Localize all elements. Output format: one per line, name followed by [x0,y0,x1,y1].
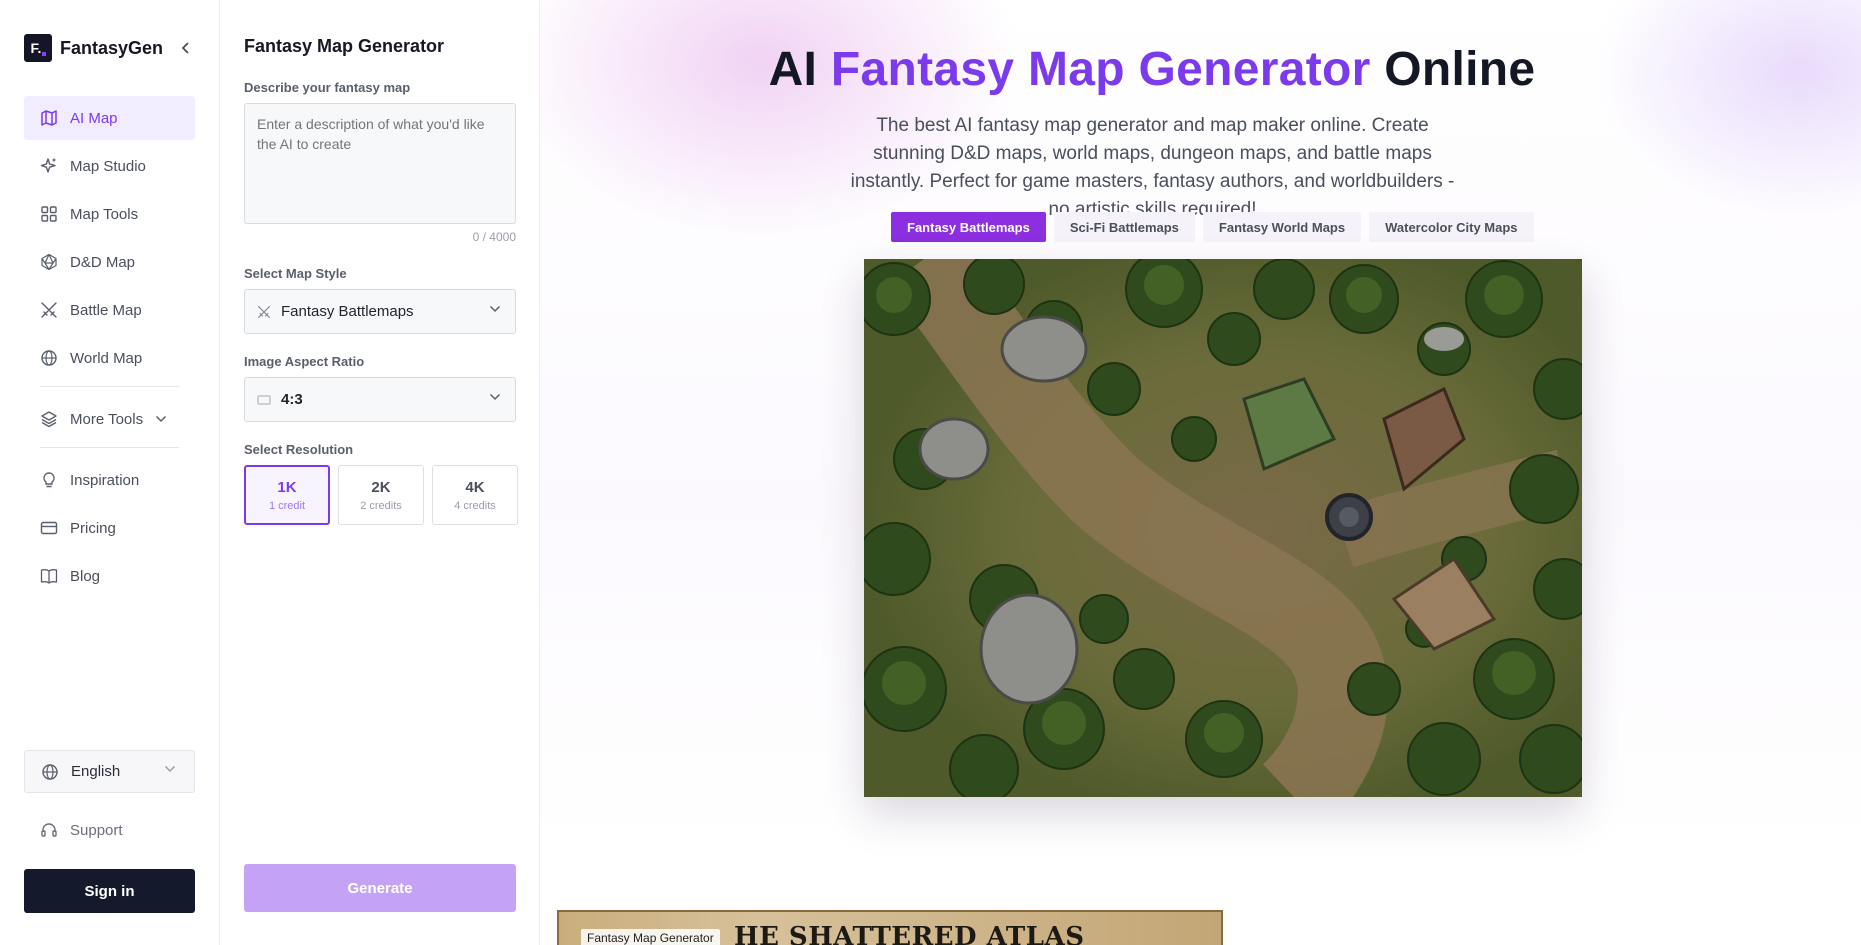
battlemap-illustration [864,259,1582,797]
sidebar-nav: AI Map Map Studio Map Tools D&D Map Batt… [24,96,195,602]
resolution-label: 1K [277,478,297,496]
aspect-ratio-value: 4:3 [281,391,303,408]
grid-icon [40,205,58,223]
rectangle-icon [257,393,271,407]
language-value: English [71,763,121,780]
preview-badge: Fantasy Map Generator [581,929,720,945]
aspect-ratio-select[interactable]: 4:3 [244,377,516,422]
sidebar-item-map-tools[interactable]: Map Tools [24,192,195,236]
layers-icon [40,410,58,428]
chevron-down-icon [489,393,501,401]
sidebar-item-label: Map Tools [70,205,139,223]
hero-title: AI Fantasy Map Generator Online [540,42,1764,97]
resolution-label: 2K [371,478,391,496]
panel-title: Fantasy Map Generator [244,36,445,56]
sidebar-item-label: Inspiration [70,471,140,489]
sidebar-item-dnd-map[interactable]: D&D Map [24,240,195,284]
support-label: Support [70,821,123,839]
atlas-preview-image: Fantasy Map Generator HE SHATTERED ATLAS [557,910,1223,945]
map-style-select[interactable]: Fantasy Battlemaps [244,289,516,334]
crossed-swords-icon [257,305,271,319]
chevron-left-icon [181,42,189,54]
sidebar-item-ai-map[interactable]: AI Map [24,96,195,140]
tab-scifi-battlemaps[interactable]: Sci-Fi Battlemaps [1053,212,1195,242]
brand-logo-letter: F. [30,40,42,56]
divider [40,447,179,448]
divider [40,386,179,387]
resolution-credits: 1 credit [268,499,306,512]
description-input[interactable] [244,103,516,224]
resolution-4k-button[interactable]: 4K 4 credits [432,465,518,525]
sidebar: F. FantasyGen AI Map Map Studio Map Tool… [0,0,220,945]
crossed-swords-icon [40,301,58,319]
support-link[interactable]: Support [24,810,195,850]
hero-title-prefix: AI [768,43,818,96]
sidebar-item-label: D&D Map [70,253,136,271]
example-map-image [864,259,1582,797]
headset-icon [40,821,58,839]
generator-form: Fantasy Map Generator Describe your fant… [220,0,540,945]
chevron-down-icon [164,765,176,773]
resolution-label: 4K [465,478,485,496]
d20-icon [40,253,58,271]
sidebar-item-label: AI Map [70,109,118,127]
sidebar-item-inspiration[interactable]: Inspiration [24,458,195,502]
globe-icon [40,349,58,367]
aspect-ratio-label: Image Aspect Ratio [244,354,365,369]
sidebar-item-label: Pricing [70,519,116,537]
sidebar-item-label: More Tools [70,410,144,428]
sparkles-icon [40,157,58,175]
sidebar-item-map-studio[interactable]: Map Studio [24,144,195,188]
sidebar-item-blog[interactable]: Blog [24,554,195,598]
book-icon [40,567,58,585]
sidebar-item-pricing[interactable]: Pricing [24,506,195,550]
describe-label: Describe your fantasy map [244,80,411,95]
character-counter: 0 / 4000 [472,230,516,244]
hero-title-suffix: Online [1384,43,1536,96]
brand-logo: F. [24,34,52,62]
sidebar-item-battle-map[interactable]: Battle Map [24,288,195,332]
tab-fantasy-battlemaps[interactable]: Fantasy Battlemaps [891,212,1046,242]
style-label: Select Map Style [244,266,347,281]
tab-watercolor-city-maps[interactable]: Watercolor City Maps [1369,212,1534,242]
collapse-sidebar-button[interactable] [176,38,196,58]
resolution-label: Select Resolution [244,442,354,457]
credit-card-icon [40,519,58,537]
resolution-1k-button[interactable]: 1K 1 credit [244,465,330,525]
resolution-credits: 2 credits [360,499,402,512]
resolution-options: 1K 1 credit 2K 2 credits 4K 4 credits [244,465,518,525]
tab-fantasy-world-maps[interactable]: Fantasy World Maps [1202,212,1362,242]
sidebar-item-more-tools[interactable]: More Tools [24,397,195,441]
brand-logo-dot [42,52,46,56]
language-select[interactable]: English [24,750,195,793]
globe-icon [41,763,59,781]
sidebar-item-world-map[interactable]: World Map [24,336,195,380]
resolution-credits: 4 credits [454,499,496,512]
map-style-value: Fantasy Battlemaps [281,303,414,320]
atlas-title: HE SHATTERED ATLAS [734,922,1085,945]
chevron-down-icon [489,305,501,313]
style-tabs: Fantasy Battlemaps Sci-Fi Battlemaps Fan… [891,212,1534,242]
resolution-2k-button[interactable]: 2K 2 credits [338,465,424,525]
sidebar-item-label: Battle Map [70,301,142,319]
sidebar-item-label: Blog [70,567,101,585]
main-content: AI Fantasy Map Generator Online The best… [540,0,1861,945]
lightbulb-icon [40,471,58,489]
sidebar-item-label: World Map [70,349,143,367]
hero-title-accent: Fantasy Map Generator [830,43,1371,96]
sign-in-button[interactable]: Sign in [24,869,195,913]
chevron-down-icon [156,415,167,423]
brand-name: FantasyGen [60,37,164,58]
sidebar-item-label: Map Studio [70,157,146,175]
map-icon [40,109,58,127]
brand[interactable]: F. FantasyGen [24,34,163,62]
hero-subtitle: The best AI fantasy map generator and ma… [850,115,1455,220]
generate-button[interactable]: Generate [244,864,516,912]
